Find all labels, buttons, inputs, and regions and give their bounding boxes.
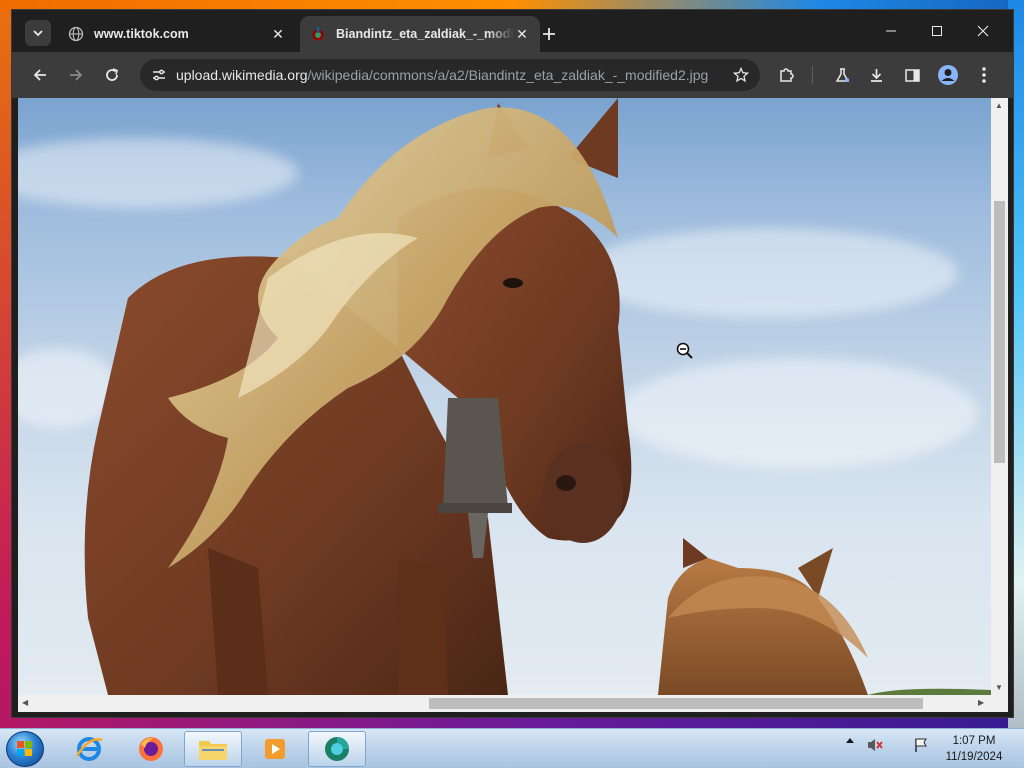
clock-date: 11/19/2024 [945,751,1003,763]
scroll-thumb[interactable] [994,201,1005,463]
wikimedia-icon [310,26,326,42]
chrome-app-icon[interactable] [308,731,366,767]
extensions-button[interactable] [774,63,798,87]
tab-title: www.tiktok.com [94,27,189,41]
volume-muted-icon[interactable] [864,737,886,753]
windows-logo-icon [17,741,32,756]
maximize-icon [932,26,942,36]
scroll-left-icon[interactable]: ◀ [22,698,28,707]
tab-tiktok[interactable]: www.tiktok.com ✕ [58,16,296,52]
action-center-flag-icon[interactable] [910,737,932,753]
arrow-left-icon [33,69,46,81]
scroll-up-icon[interactable]: ▲ [995,101,1003,110]
download-icon [870,68,882,82]
browser-window: www.tiktok.com ✕ Biandintz_eta_zaldiak_-… [11,9,1014,718]
horses-photo [84,98,991,695]
close-icon[interactable]: ✕ [270,26,286,42]
url-host: upload.wikimedia.org [176,67,308,83]
chevron-up-icon [846,738,854,743]
new-tab-button[interactable] [538,23,560,45]
reload-icon [106,68,118,81]
scrollbar-corner [991,695,1008,712]
downloads-button[interactable] [864,63,888,87]
close-icon[interactable]: ✕ [514,26,530,42]
side-panel-button[interactable] [900,63,924,87]
site-info-icon[interactable] [144,60,174,90]
kebab-menu-icon [982,67,986,83]
labs-button[interactable] [830,63,854,87]
puzzle-icon [779,67,794,82]
scroll-right-icon[interactable]: ▶ [978,698,984,707]
media-player-icon[interactable] [246,731,304,767]
globe-icon [68,26,84,42]
browser-toolbar: upload.wikimedia.org/wikipedia/commons/a… [12,52,1013,98]
show-hidden-icons-button[interactable] [842,737,858,743]
tab-strip: www.tiktok.com ✕ Biandintz_eta_zaldiak_-… [12,10,1013,52]
taskbar: 1:07 PM 11/19/2024 [0,728,1024,768]
close-icon [977,25,989,37]
vertical-scrollbar[interactable]: ▲ ▼ [991,98,1008,695]
bookmark-star-icon[interactable] [730,64,752,86]
image-viewer[interactable] [18,98,991,695]
back-button[interactable] [28,63,52,87]
scroll-down-icon[interactable]: ▼ [995,683,1003,692]
file-explorer-icon[interactable] [184,731,242,767]
minimize-button[interactable] [868,16,914,46]
horizontal-scrollbar[interactable]: ◀ ▶ [18,695,991,712]
plus-icon [543,28,555,40]
firefox-icon[interactable] [122,731,180,767]
tab-title: Biandintz_eta_zaldiak_-_modified2.jpg [336,27,514,41]
scroll-thumb[interactable] [429,698,923,709]
side-panel-icon [904,68,920,82]
flask-icon [835,67,849,82]
tab-wikimedia-image[interactable]: Biandintz_eta_zaldiak_-_modified2.jpg ✕ [300,16,540,52]
url-path: /wikipedia/commons/a/a2/Biandintz_eta_za… [307,67,709,83]
clock-time: 1:07 PM [952,735,996,747]
taskbar-clock[interactable]: 1:07 PM 11/19/2024 [938,733,1010,765]
zoom-out-icon [676,342,693,359]
chevron-down-icon [33,30,43,37]
tab-search-button[interactable] [25,20,51,46]
forward-button[interactable] [64,63,88,87]
internet-explorer-icon[interactable] [60,731,118,767]
avatar-icon [938,65,958,85]
maximize-button[interactable] [914,16,960,46]
toolbar-divider [812,66,813,84]
url-text: upload.wikimedia.org/wikipedia/commons/a… [176,67,708,83]
minimize-icon [886,30,896,32]
arrow-right-icon [70,69,83,81]
start-button[interactable] [6,731,44,767]
menu-button[interactable] [972,63,996,87]
close-window-button[interactable] [960,16,1006,46]
address-bar[interactable]: upload.wikimedia.org/wikipedia/commons/a… [140,59,760,91]
profile-button[interactable] [936,63,960,87]
reload-button[interactable] [100,63,124,87]
